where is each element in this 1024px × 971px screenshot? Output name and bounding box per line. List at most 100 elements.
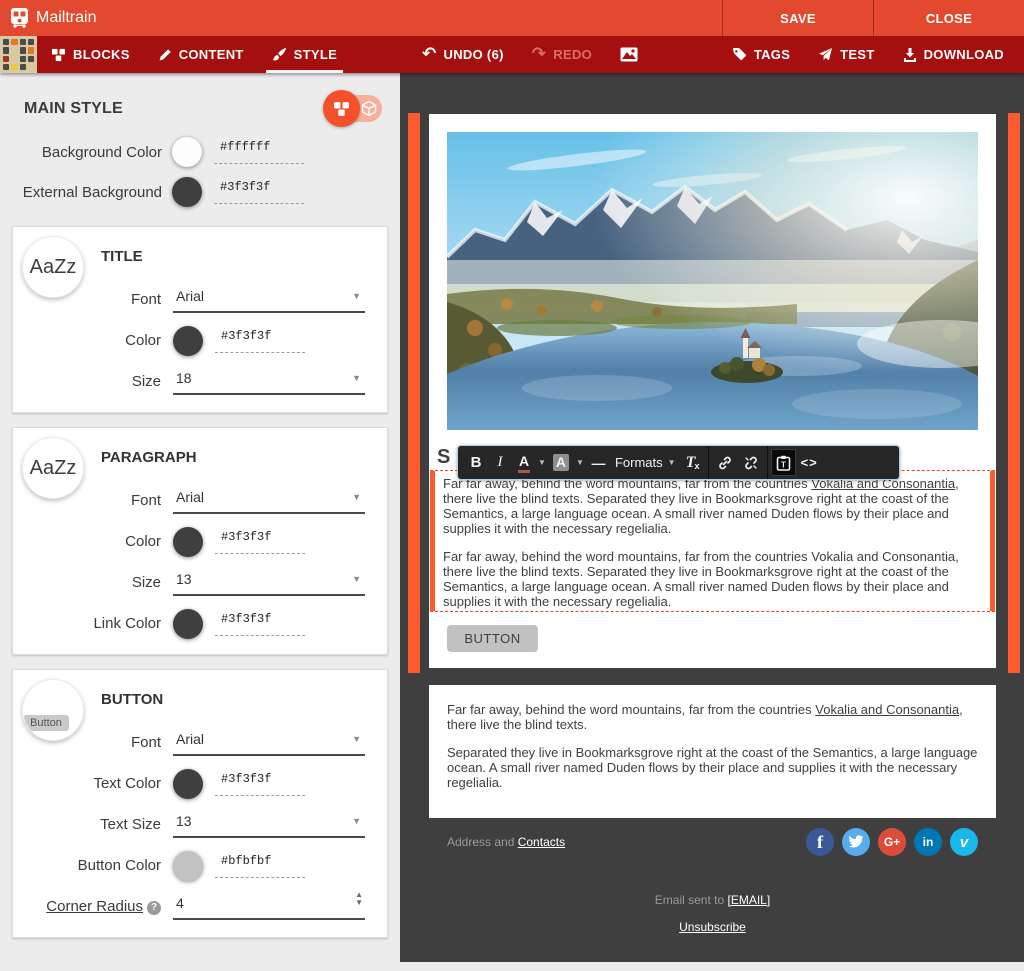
external-background-hex[interactable]: #3f3f3f xyxy=(214,180,304,204)
test-button[interactable]: TEST xyxy=(804,36,888,73)
italic-button[interactable]: I xyxy=(488,449,512,476)
paragraph-1[interactable]: Far far away, behind the word mountains,… xyxy=(447,702,978,732)
train-logo-icon xyxy=(10,7,29,29)
email-preview-stage: S B I A A — Formats Tx xyxy=(400,73,1024,962)
clear-formatting-button[interactable]: Tx xyxy=(681,449,705,476)
topbar: Mailtrain SAVE CLOSE xyxy=(0,0,1024,36)
tab-style-label: STYLE xyxy=(294,47,337,62)
googleplus-icon[interactable]: G+ xyxy=(878,828,906,856)
button-font-select[interactable]: Arial xyxy=(173,729,365,756)
link-vokalia[interactable]: Vokalia and Consonantia xyxy=(815,702,959,717)
background-color-hex[interactable]: #ffffff xyxy=(214,140,304,164)
paragraph-1[interactable]: Far far away, behind the word mountains,… xyxy=(443,476,982,536)
paragraph-size-select[interactable]: 13 xyxy=(173,569,365,596)
chevron-down-icon xyxy=(352,491,361,503)
paragraph-2[interactable]: Far far away, behind the word mountains,… xyxy=(443,549,982,609)
button-text-size-select[interactable]: 13 xyxy=(173,811,365,838)
paragraph-size-label: Size xyxy=(13,574,173,591)
tags-button[interactable]: TAGS xyxy=(718,36,804,73)
linkedin-icon[interactable]: in xyxy=(914,828,942,856)
paragraph-2[interactable]: Separated they live in Bookmarksgrove ri… xyxy=(447,745,978,790)
save-button[interactable]: SAVE xyxy=(722,0,873,36)
external-background-label: External Background xyxy=(0,184,172,201)
paragraph-color-swatch[interactable] xyxy=(173,527,203,557)
button-color-hex[interactable]: #bfbfbf xyxy=(215,854,305,878)
undo-button[interactable]: ↶ UNDO (6) xyxy=(408,36,518,73)
button-text-size-label: Text Size xyxy=(13,816,173,833)
button-text-color-swatch[interactable] xyxy=(173,769,203,799)
email-footer: Address and Contacts f G+ in v xyxy=(429,828,996,856)
background-color-swatch[interactable] xyxy=(172,137,202,167)
title-size-select[interactable]: 18 xyxy=(173,368,365,395)
email-sent-line: Email sent to [EMAIL] xyxy=(429,893,996,907)
gallery-button[interactable] xyxy=(606,36,652,73)
test-label: TEST xyxy=(840,47,874,62)
step-down-icon[interactable]: ▼ xyxy=(355,899,363,907)
corner-radius-label: Corner Radius xyxy=(46,898,143,915)
external-background-swatch[interactable] xyxy=(172,177,202,207)
horizontal-rule-button[interactable]: — xyxy=(586,449,610,476)
close-button[interactable]: CLOSE xyxy=(873,0,1024,36)
text-color-button[interactable]: A xyxy=(512,449,536,476)
highlight-color-caret-icon[interactable] xyxy=(574,458,586,467)
paragraph-color-label: Color xyxy=(13,533,173,550)
social-icons: f G+ in v xyxy=(806,828,978,856)
cubes-toggle-icon[interactable] xyxy=(323,90,360,127)
title-color-hex[interactable]: #3f3f3f xyxy=(215,329,305,353)
selected-text-block[interactable]: Far far away, behind the word mountains,… xyxy=(430,470,995,612)
brand-name: Mailtrain xyxy=(36,9,96,27)
paragraph-color-row: Color #3f3f3f xyxy=(13,521,387,562)
help-icon[interactable]: ? xyxy=(147,901,161,915)
tab-content[interactable]: CONTENT xyxy=(144,36,258,73)
source-code-button[interactable]: <> xyxy=(796,449,823,476)
format-group: B I A A — Formats Tx xyxy=(461,446,708,479)
tab-blocks[interactable]: BLOCKS xyxy=(37,36,144,73)
title-color-swatch[interactable] xyxy=(173,326,203,356)
tab-style[interactable]: STYLE xyxy=(258,36,351,73)
chevron-down-icon xyxy=(352,573,361,585)
highlight-color-button[interactable]: A xyxy=(548,449,574,476)
unsubscribe-link[interactable]: Unsubscribe xyxy=(679,920,746,934)
title-color-label: Color xyxy=(13,332,173,349)
button-color-swatch[interactable] xyxy=(173,851,203,881)
download-label: DOWNLOAD xyxy=(924,47,1004,62)
paragraph-link-color-hex[interactable]: #3f3f3f xyxy=(215,612,305,636)
contacts-link[interactable]: Contacts xyxy=(518,835,565,849)
redo-button[interactable]: ↷ REDO xyxy=(518,36,606,73)
button-text-color-hex[interactable]: #3f3f3f xyxy=(215,772,305,796)
number-stepper[interactable]: ▲▼ xyxy=(355,891,363,907)
background-color-row: Background Color #ffffff xyxy=(0,132,400,172)
bold-button[interactable]: B xyxy=(464,449,488,476)
formats-dropdown[interactable]: Formats xyxy=(610,449,681,476)
paste-as-text-button[interactable]: T xyxy=(771,449,796,476)
topbar-actions: SAVE CLOSE xyxy=(722,0,1024,36)
paragraph-font-select[interactable]: Arial xyxy=(173,487,365,514)
corner-radius-input[interactable]: 4 xyxy=(173,893,365,920)
remove-link-button[interactable] xyxy=(738,449,764,476)
tab-blocks-label: BLOCKS xyxy=(73,47,130,62)
facebook-icon[interactable]: f xyxy=(806,828,834,856)
email-block-text[interactable]: Far far away, behind the word mountains,… xyxy=(429,685,996,818)
download-button[interactable]: DOWNLOAD xyxy=(889,36,1018,73)
paragraph-color-hex[interactable]: #3f3f3f xyxy=(215,530,305,554)
brand: Mailtrain xyxy=(0,7,96,29)
twitter-icon[interactable] xyxy=(842,828,870,856)
hero-image[interactable] xyxy=(447,132,978,430)
button-style-card: Button BUTTON Font Arial Text Color #3f3… xyxy=(12,669,388,938)
email-cta-button[interactable]: BUTTON xyxy=(447,625,538,652)
lake-landscape-image xyxy=(447,132,978,430)
vimeo-icon[interactable]: v xyxy=(950,828,978,856)
section-title-partial[interactable]: S xyxy=(437,446,450,469)
email-placeholder-link[interactable]: [EMAIL] xyxy=(728,893,771,907)
text-color-caret-icon[interactable] xyxy=(536,458,548,467)
paragraph-link-color-swatch[interactable] xyxy=(173,609,203,639)
undo-icon: ↶ xyxy=(422,46,437,63)
title-font-select[interactable]: Arial xyxy=(173,286,365,313)
title-color-row: Color #3f3f3f xyxy=(13,320,387,361)
structure-preview-toggle[interactable] xyxy=(328,95,382,122)
email-block-main[interactable]: S B I A A — Formats Tx xyxy=(429,114,996,668)
button-color-label: Button Color xyxy=(13,857,173,874)
insert-link-button[interactable] xyxy=(712,449,738,476)
external-background-row: External Background #3f3f3f xyxy=(0,172,400,212)
chevron-down-icon xyxy=(352,733,361,745)
